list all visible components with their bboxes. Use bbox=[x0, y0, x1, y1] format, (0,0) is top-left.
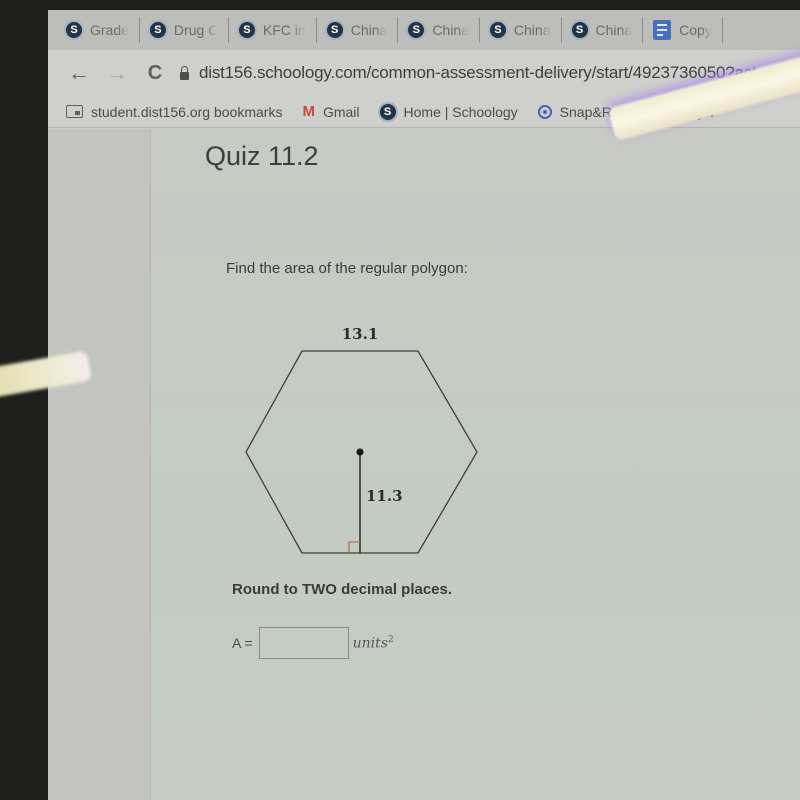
tab-china-2[interactable]: S China bbox=[398, 17, 480, 43]
rounding-instruction: Round to TWO decimal places. bbox=[232, 581, 453, 598]
lock-icon[interactable] bbox=[180, 66, 189, 80]
bookmark-gmail[interactable]: M Gmail bbox=[302, 103, 359, 120]
google-docs-icon bbox=[653, 20, 672, 40]
folder-icon bbox=[66, 105, 83, 118]
schoology-icon: S bbox=[489, 22, 506, 38]
schoology-icon: S bbox=[379, 103, 396, 120]
tab-china-3[interactable]: S China bbox=[480, 17, 562, 43]
tab-label: China bbox=[595, 22, 633, 38]
answer-row: A = units2 bbox=[232, 627, 394, 659]
schoology-icon: S bbox=[571, 22, 588, 38]
back-button[interactable]: ← bbox=[60, 62, 98, 84]
tab-copy[interactable]: Copy bbox=[643, 17, 723, 43]
units-label: units2 bbox=[353, 635, 394, 652]
snap-read-icon bbox=[537, 104, 552, 119]
tab-label: Copy bbox=[679, 22, 712, 38]
bookmark-label: Gmail bbox=[322, 103, 360, 120]
tab-label: Grade bbox=[90, 22, 129, 38]
tab-label: China bbox=[350, 22, 388, 38]
hexagon-figure: 13.1 11.3 bbox=[226, 309, 486, 559]
address-bar[interactable]: dist156.schoology.com/common-assessment-… bbox=[199, 63, 757, 83]
bookmark-schoology-home[interactable]: S Home | Schoology bbox=[379, 103, 518, 120]
center-point bbox=[356, 448, 364, 456]
right-angle-marker bbox=[348, 541, 360, 553]
bookmark-label: Home | Schoology bbox=[403, 103, 518, 120]
left-margin-panel bbox=[48, 129, 151, 800]
reload-button[interactable]: C bbox=[136, 63, 174, 83]
gmail-icon: M bbox=[302, 103, 315, 120]
tab-strip: S Grade S Drug C S KFC in S China S Chin… bbox=[48, 10, 800, 50]
tab-drug[interactable]: S Drug C bbox=[140, 17, 229, 43]
tab-label: KFC in bbox=[262, 22, 306, 38]
units-text: units bbox=[352, 635, 388, 652]
bookmark-student-folder[interactable]: student.dist156.org bookmarks bbox=[66, 104, 282, 120]
schoology-icon: S bbox=[238, 22, 255, 38]
schoology-icon: S bbox=[408, 22, 425, 38]
answer-label: A = bbox=[232, 635, 253, 651]
area-answer-input[interactable] bbox=[258, 627, 349, 659]
page-title: Quiz 11.2 bbox=[205, 141, 319, 171]
side-length-label: 13.1 bbox=[342, 325, 379, 343]
tab-label: China bbox=[432, 22, 469, 38]
browser-window: S Grade S Drug C S KFC in S China S Chin… bbox=[48, 10, 800, 800]
schoology-icon: S bbox=[149, 22, 166, 38]
schoology-icon: S bbox=[66, 22, 82, 38]
tab-china-4[interactable]: S China bbox=[562, 17, 644, 43]
hexagon-diagram: 13.1 11.3 bbox=[245, 325, 478, 554]
tab-label: China bbox=[513, 22, 551, 38]
question-text: Find the area of the regular polygon: bbox=[226, 260, 468, 277]
quiz-page: Quiz 11.2 Find the area of the regular p… bbox=[48, 129, 800, 800]
tab-label: Drug C bbox=[173, 22, 218, 38]
tab-grade[interactable]: S Grade bbox=[56, 17, 140, 43]
apothem-label: 11.3 bbox=[366, 487, 403, 505]
units-exponent: 2 bbox=[387, 634, 394, 645]
bookmark-label: student.dist156.org bookmarks bbox=[91, 103, 283, 120]
forward-button[interactable]: → bbox=[98, 62, 136, 84]
tab-kfc[interactable]: S KFC in bbox=[229, 17, 317, 43]
tab-china-1[interactable]: S China bbox=[317, 17, 399, 43]
schoology-icon: S bbox=[326, 22, 343, 38]
